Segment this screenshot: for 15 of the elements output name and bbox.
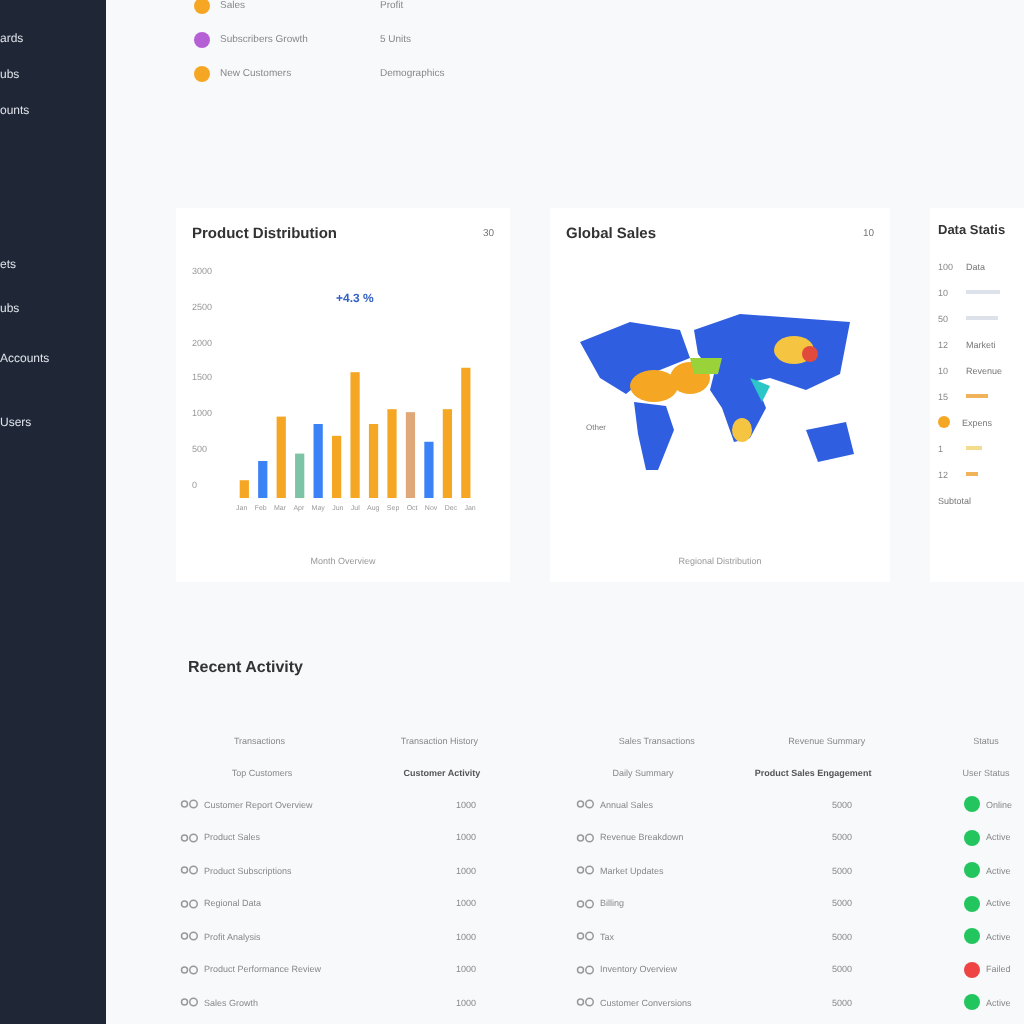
link-icon [576, 864, 594, 877]
link-icon [180, 930, 198, 943]
section-title: Recent Activity [188, 658, 305, 676]
link-icon [180, 996, 198, 1009]
link-icon [180, 798, 198, 811]
link-icon [180, 831, 198, 844]
link-icon [576, 831, 594, 844]
link-icon [576, 930, 594, 943]
link-icon [576, 996, 594, 1009]
link-icon [576, 963, 594, 976]
link-icon [180, 963, 198, 976]
link-icon [180, 897, 198, 910]
link-icon [576, 897, 594, 910]
link-icon [180, 864, 198, 877]
link-icon [576, 798, 594, 811]
